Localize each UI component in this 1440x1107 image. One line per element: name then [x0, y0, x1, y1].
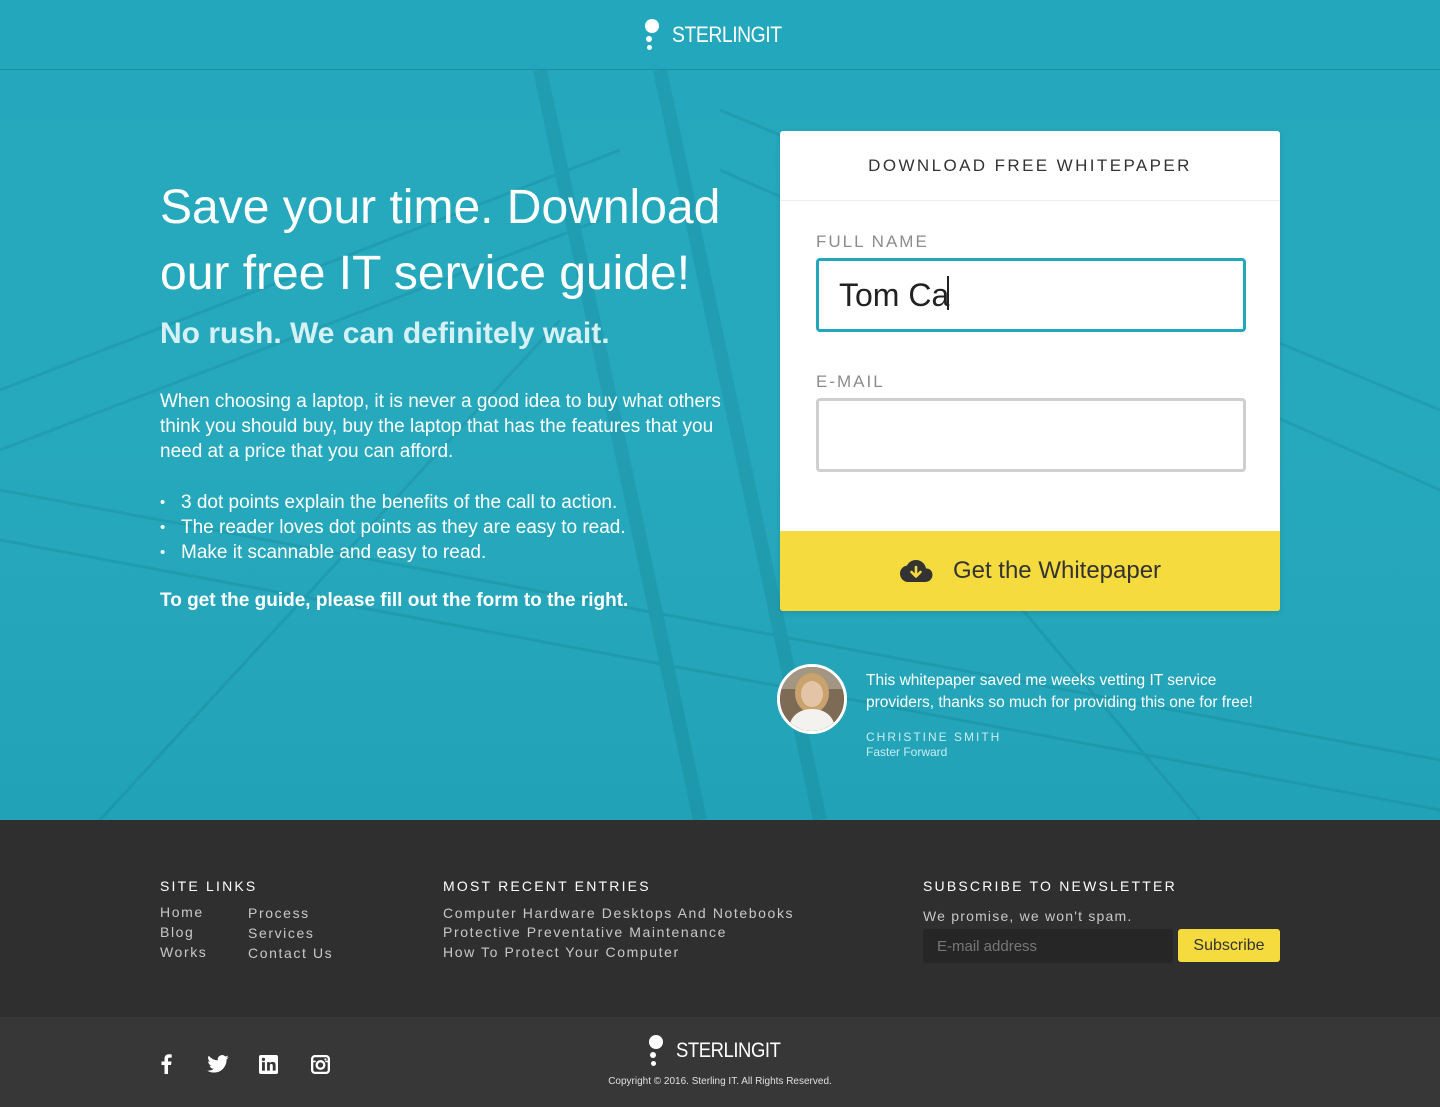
benefit-item: 3 dot points explain the benefits of the… — [160, 490, 730, 515]
hero-title: Save your time. Download our free IT ser… — [160, 181, 721, 300]
subscribe-button[interactable]: Subscribe — [1178, 929, 1280, 962]
email-label: E-MAIL — [816, 372, 885, 391]
email-input[interactable] — [816, 398, 1246, 472]
newsletter-title: SUBSCRIBE TO NEWSLETTER — [923, 878, 1177, 894]
instagram-icon[interactable] — [309, 1053, 331, 1075]
testimonial-author: CHRISTINE SMITH — [866, 730, 1002, 744]
footer-link-process[interactable]: Process — [248, 905, 310, 921]
cloud-download-icon — [899, 560, 933, 582]
logo-mark-icon — [644, 18, 660, 51]
linkedin-icon[interactable] — [257, 1053, 279, 1075]
facebook-icon[interactable] — [155, 1053, 177, 1075]
footer-link-works[interactable]: Works — [160, 944, 207, 960]
testimonial-company: Faster Forward — [866, 745, 948, 759]
brand-name: STERLINGIT — [671, 21, 782, 47]
site-footer: SITE LINKS Home Blog Works Process Servi… — [0, 820, 1440, 1017]
logo-mark-icon — [648, 1035, 664, 1067]
recent-entries-title: MOST RECENT ENTRIES — [443, 878, 651, 894]
hero-cta-text: To get the guide, please fill out the fo… — [160, 590, 629, 611]
full-name-input[interactable] — [816, 258, 1246, 332]
email-field-group: E-MAIL — [816, 372, 1246, 472]
newsletter-note: We promise, we won't spam. — [923, 908, 1133, 924]
form-heading: DOWNLOAD FREE WHITEPAPER — [780, 131, 1280, 201]
hero-section: Save your time. Download our free IT ser… — [0, 70, 1440, 820]
twitter-icon[interactable] — [207, 1053, 229, 1075]
get-whitepaper-label: Get the Whitepaper — [952, 557, 1162, 584]
text-caret — [947, 276, 949, 310]
recent-entry-link[interactable]: Protective Preventative Maintenance — [443, 924, 727, 940]
get-whitepaper-button[interactable]: Get the Whitepaper — [780, 531, 1280, 611]
benefits-list: 3 dot points explain the benefits of the… — [160, 490, 730, 565]
full-name-field-group: FULL NAME — [816, 232, 1246, 332]
recent-entry-link[interactable]: Computer Hardware Desktops And Notebooks — [443, 905, 794, 921]
benefit-item: The reader loves dot points as they are … — [160, 515, 730, 540]
footer-link-home[interactable]: Home — [160, 904, 204, 920]
recent-entry-link[interactable]: How To Protect Your Computer — [443, 944, 680, 960]
hero-content: Save your time. Download our free IT ser… — [160, 175, 730, 612]
benefit-item: Make it scannable and easy to read. — [160, 540, 730, 565]
footer-link-blog[interactable]: Blog — [160, 924, 194, 940]
site-header: STERLINGIT — [0, 0, 1440, 70]
newsletter-email-input[interactable] — [923, 929, 1173, 963]
hero-subtitle: No rush. We can definitely wait. — [160, 317, 610, 350]
whitepaper-form-card: DOWNLOAD FREE WHITEPAPER FULL NAME E-MAI… — [780, 131, 1280, 611]
hero-body-text: When choosing a laptop, it is never a go… — [160, 391, 721, 462]
footer-link-contact-us[interactable]: Contact Us — [248, 945, 333, 961]
avatar — [777, 664, 847, 734]
footer-brand-name: STERLINGIT — [676, 1039, 781, 1062]
testimonial-quote: This whitepaper saved me weeks vetting I… — [866, 672, 1253, 711]
site-links-title: SITE LINKS — [160, 878, 258, 894]
footer-link-services[interactable]: Services — [248, 925, 314, 941]
brand-logo[interactable]: STERLINGIT — [644, 18, 797, 51]
footer-bottom-bar: STERLINGIT Copyright © 2016. Sterling IT… — [0, 1017, 1440, 1107]
copyright-text: Copyright © 2016. Sterling IT. All Right… — [608, 1076, 832, 1087]
footer-brand-logo[interactable]: STERLINGIT — [648, 1035, 795, 1067]
full-name-label: FULL NAME — [816, 232, 929, 251]
